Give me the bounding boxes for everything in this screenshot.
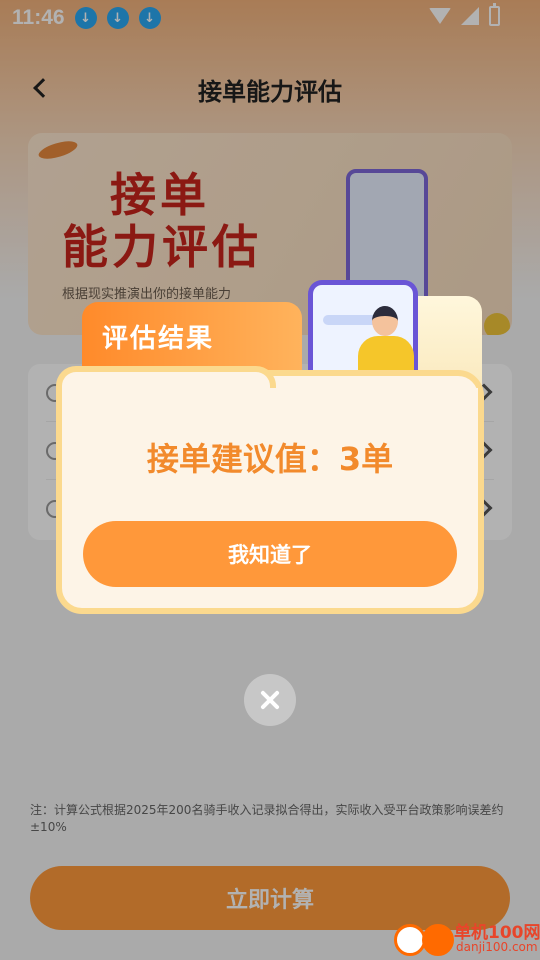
close-icon (259, 689, 281, 711)
dialog-folder-fill (62, 388, 478, 402)
watermark: 单机100网 danji100.com (392, 918, 540, 960)
close-button[interactable] (244, 674, 296, 726)
suggestion-text: 接单建议值：3单 (146, 440, 394, 478)
watermark-logo-icon (392, 920, 456, 956)
person-head (372, 306, 398, 336)
ok-button[interactable]: 我知道了 (83, 521, 457, 587)
result-tab-label: 评估结果 (102, 324, 215, 354)
watermark-url: danji100.com (456, 940, 538, 954)
watermark-circle (422, 924, 454, 956)
